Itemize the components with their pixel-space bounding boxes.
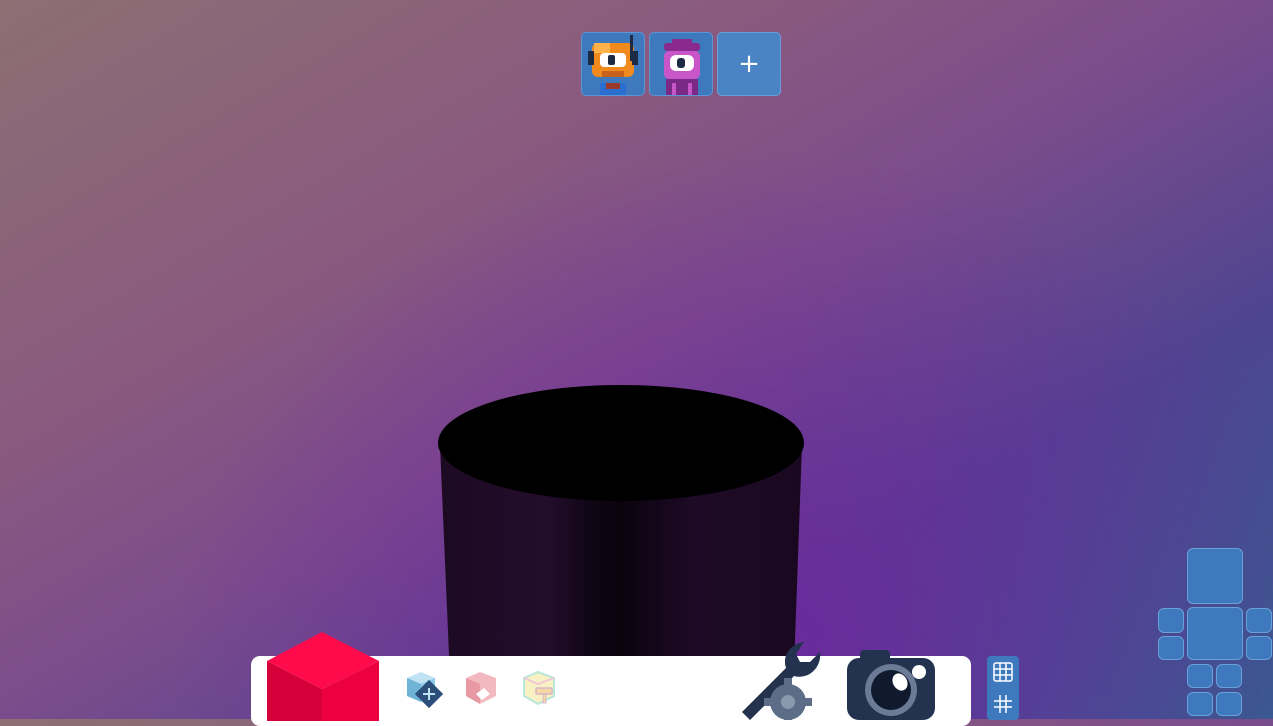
selected-block-button[interactable] bbox=[266, 631, 380, 721]
character-slot-purple-cyclops[interactable] bbox=[649, 32, 713, 96]
hash-grid-icon bbox=[994, 695, 1012, 713]
move-down-right-button[interactable] bbox=[1216, 664, 1242, 688]
block-move-tool[interactable] bbox=[403, 668, 444, 709]
lower-right-button[interactable] bbox=[1216, 692, 1242, 716]
block-move-icon bbox=[407, 672, 444, 709]
grid-toggle-panel bbox=[987, 656, 1019, 720]
grid-toggle-button[interactable] bbox=[991, 660, 1015, 684]
rotate-right-down-button[interactable] bbox=[1246, 636, 1272, 660]
red-cube-icon bbox=[267, 632, 379, 721]
character-slot-orange-robot[interactable] bbox=[581, 32, 645, 96]
orange-robot-icon bbox=[588, 35, 638, 95]
hash-grid-toggle-button[interactable] bbox=[991, 692, 1015, 716]
lower-left-button[interactable] bbox=[1187, 692, 1213, 716]
wrench-gear-icon bbox=[742, 642, 821, 720]
move-down-left-button[interactable] bbox=[1187, 664, 1213, 688]
block-paint-tool[interactable] bbox=[520, 668, 560, 708]
character-selector: + bbox=[581, 32, 781, 96]
rotate-left-up-button[interactable] bbox=[1158, 608, 1184, 633]
move-center-button[interactable] bbox=[1187, 607, 1243, 660]
camera-icon bbox=[847, 650, 935, 720]
rotate-left-down-button[interactable] bbox=[1158, 636, 1184, 660]
add-character-button[interactable]: + bbox=[717, 32, 781, 96]
block-erase-icon bbox=[466, 672, 496, 704]
settings-button[interactable] bbox=[734, 640, 824, 720]
plus-icon: + bbox=[738, 49, 760, 79]
rotate-right-up-button[interactable] bbox=[1246, 608, 1272, 633]
purple-cyclops-icon bbox=[664, 39, 700, 95]
block-erase-tool[interactable] bbox=[462, 668, 502, 708]
move-up-button[interactable] bbox=[1187, 548, 1243, 604]
camera-button[interactable] bbox=[846, 648, 936, 720]
block-paint-icon bbox=[523, 670, 555, 706]
grid-icon bbox=[993, 662, 1013, 682]
